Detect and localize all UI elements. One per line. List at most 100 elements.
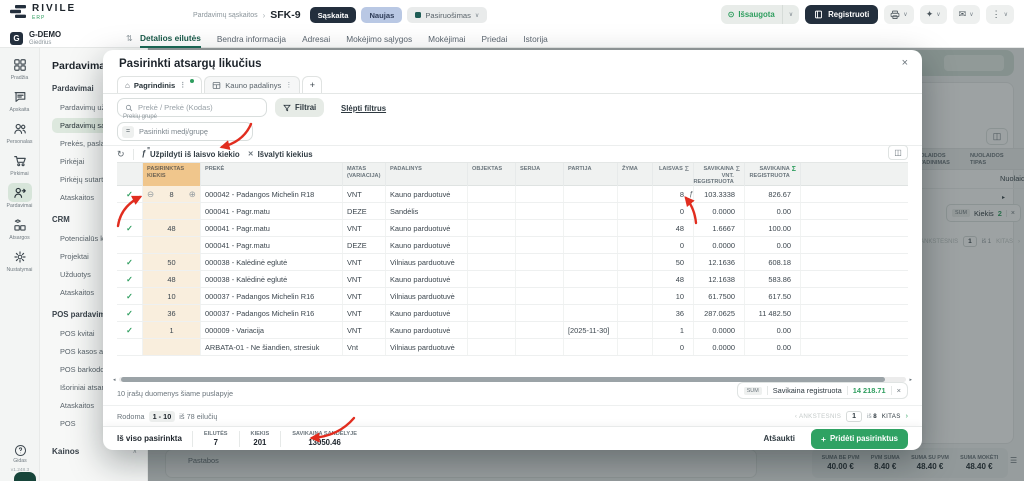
document-tab[interactable]: Mokėjimai <box>428 30 465 48</box>
nav-rail-item[interactable]: Pirkimai <box>2 151 38 177</box>
actions-button[interactable]: ✦ ∨ <box>920 5 947 24</box>
table-row[interactable]: 000041 - Pagr.matu DEZE Sandėlis 0 0.000… <box>117 203 908 220</box>
quantity-cell[interactable]: 48 <box>143 220 201 236</box>
cell-savikaina-reg: 0.00 <box>745 322 801 338</box>
column-header[interactable]: MATAS (VARIACIJA) <box>343 163 386 189</box>
sum-savikaina-badge[interactable]: SUM Savikaina registruota 14 218.71 × <box>737 382 908 399</box>
question-icon <box>14 444 27 457</box>
search-input[interactable] <box>138 103 258 112</box>
page-number-input[interactable]: 1 <box>846 411 862 422</box>
decrease-quantity-icon[interactable]: ⊖ <box>147 189 154 200</box>
column-settings-button[interactable]: ◫ <box>888 145 908 160</box>
column-header[interactable]: SAVIKAINA REGISTRUOTAΣ <box>745 163 801 189</box>
cell-laisvas: 8 ƒ= <box>653 186 694 202</box>
account-swap-icon[interactable]: ⇅ <box>126 34 133 43</box>
table-row[interactable]: ✓ 50 000038 - Kalėdinė eglutė VNT Vilnia… <box>117 254 908 271</box>
quantity-cell[interactable]: ⊖ 8 ⊕ <box>143 186 201 202</box>
prev-page-button[interactable]: ‹ ANKSTESNIS <box>795 413 841 420</box>
account-switcher[interactable]: G G-DEMO Giedrius <box>10 31 61 46</box>
increase-quantity-icon[interactable]: ⊕ <box>189 189 196 200</box>
quantity-cell[interactable]: 48 <box>143 271 201 287</box>
app-window: RIVILE ERP Pardavimų sąskaitos › SFK-9 S… <box>0 0 1024 481</box>
help-guide-button[interactable]: Gidas v1.248.3 <box>0 444 40 473</box>
next-page-button[interactable]: KITAS <box>882 413 901 420</box>
modal-footer: Iš viso pasirinkta EILUTĖS 7 KIEKIS 201 … <box>103 426 922 450</box>
cancel-button[interactable]: Atšaukti <box>763 434 795 443</box>
document-tab[interactable]: Bendra informacija <box>217 30 286 48</box>
nav-rail-item[interactable]: Apskaita <box>2 87 38 113</box>
column-header[interactable]: LAISVASΣ <box>653 163 694 189</box>
close-icon[interactable]: × <box>891 386 901 395</box>
table-row[interactable]: ✓ 36 000037 - Padangos Michelin R16 VNT … <box>117 305 908 322</box>
column-header[interactable]: SERIJA <box>516 163 564 189</box>
table-row[interactable]: ✓ 1 000009 - Variacija VNT Kauno parduot… <box>117 322 908 339</box>
column-header[interactable]: OBJEKTAS <box>468 163 516 189</box>
sigma-icon[interactable]: Σ <box>685 166 689 174</box>
scroll-right-icon[interactable]: ▸ <box>909 377 912 383</box>
quantity-cell[interactable]: 36 <box>143 305 201 321</box>
naujas-badge[interactable]: Naujas <box>361 7 402 23</box>
group-filter-field[interactable]: = Pasirinkti medį/grupę <box>117 122 253 141</box>
sigma-icon-active[interactable]: Σ <box>792 166 796 174</box>
equals-icon: = <box>122 126 134 138</box>
document-tab[interactable]: Detalios eilutės <box>140 30 201 48</box>
tab-menu-icon[interactable]: ⋮ <box>179 81 186 89</box>
table-row[interactable]: ✓ 10 000037 - Padangos Michelin R16 VNT … <box>117 288 908 305</box>
column-header[interactable]: ŽYMA <box>618 163 653 189</box>
close-icon[interactable]: × <box>902 57 908 69</box>
chat-bubble-button[interactable] <box>14 472 36 481</box>
table-row[interactable]: ✓ 48 000038 - Kalėdinė eglutė VNT Kauno … <box>117 271 908 288</box>
quantity-cell[interactable]: 10 <box>143 288 201 304</box>
refresh-icon[interactable]: ↻ <box>117 149 125 160</box>
hide-filters-link[interactable]: Slėpti filtrus <box>341 104 386 113</box>
document-tab[interactable]: Mokėjimo sąlygos <box>346 30 412 48</box>
fill-from-free-icon[interactable]: ƒ= <box>689 189 693 198</box>
register-button[interactable]: Registruoti <box>805 5 878 24</box>
add-tab-button[interactable]: + <box>302 76 322 93</box>
document-tab[interactable]: Istorija <box>523 30 547 48</box>
status-dropdown[interactable]: Pasiruošimas ∨ <box>407 7 487 23</box>
more-button[interactable]: ⋮ ∨ <box>986 5 1014 24</box>
nav-rail-item[interactable]: Nustatymai <box>2 247 38 273</box>
saved-split-button[interactable]: ⊙ Išsaugota ∨ <box>721 5 799 24</box>
quantity-cell[interactable] <box>143 237 201 253</box>
add-selected-button[interactable]: + Pridėti pasirinktus <box>811 429 908 449</box>
document-tab[interactable]: Priedai <box>482 30 508 48</box>
tab-menu-icon[interactable]: ⋮ <box>285 81 292 89</box>
stock-table-body: ✓ ⊖ 8 ⊕ 000042 - Padangos Michelin R18 V… <box>117 186 908 356</box>
column-header[interactable]: PADALINYS <box>386 163 468 189</box>
filter-tab-branch[interactable]: Kauno padalinys ⋮ <box>204 76 300 93</box>
fill-from-free-button[interactable]: ƒ= Užpildyti iš laisvo kiekio <box>142 150 240 159</box>
filter-tab-main[interactable]: ⌂ Pagrindinis ⋮ <box>117 76 202 93</box>
column-header-qty[interactable]: PASIRINKTAS KIEKIS <box>143 163 201 189</box>
sigma-icon[interactable]: Σ <box>736 166 740 174</box>
table-row[interactable]: ✓ 48 000041 - Pagr.matu VNT Kauno parduo… <box>117 220 908 237</box>
document-tab[interactable]: Adresai <box>302 30 330 48</box>
quantity-cell[interactable] <box>143 203 201 219</box>
column-header[interactable]: SAVIKAINA VNT. REGISTRUOTAΣ <box>694 163 745 189</box>
nav-rail-item[interactable]: Personalas <box>2 119 38 145</box>
page-info: 10 įrašų duomenys šiame puslapyje <box>117 389 233 398</box>
nav-rail-item[interactable]: Pardavimai <box>2 183 38 209</box>
breadcrumb[interactable]: Pardavimų sąskaitos <box>193 12 258 19</box>
quantity-cell[interactable]: 50 <box>143 254 201 270</box>
nav-rail-label: Pirkimai <box>10 171 28 177</box>
filters-button[interactable]: Filtrai <box>275 98 324 117</box>
cell-zyma <box>618 339 653 355</box>
print-button[interactable]: ∨ <box>884 5 913 24</box>
column-header[interactable]: PREKĖ <box>201 163 343 189</box>
mail-button[interactable]: ✉ ∨ <box>953 5 980 24</box>
nav-rail-icon <box>8 119 32 138</box>
table-row[interactable]: ✓ ⊖ 8 ⊕ 000042 - Padangos Michelin R18 V… <box>117 186 908 203</box>
scroll-left-icon[interactable]: ◂ <box>113 377 116 383</box>
quantity-cell[interactable] <box>143 339 201 355</box>
saskaita-badge[interactable]: Sąskaita <box>310 7 357 23</box>
quantity-cell[interactable]: 1 <box>143 322 201 338</box>
column-header[interactable]: PARTIJA <box>564 163 618 189</box>
table-row[interactable]: 000041 - Pagr.matu DEZE Kauno parduotuvė… <box>117 237 908 254</box>
nav-rail-item[interactable]: Atsargos <box>2 215 38 241</box>
register-label: Registruoti <box>828 10 869 19</box>
clear-quantities-button[interactable]: ✕ Išvalyti kiekius <box>248 150 313 159</box>
table-row[interactable]: ARBATA-01 - Ne šiandien, stresiuk Vnt Vi… <box>117 339 908 356</box>
nav-rail-item[interactable]: Pradžia <box>2 55 38 81</box>
